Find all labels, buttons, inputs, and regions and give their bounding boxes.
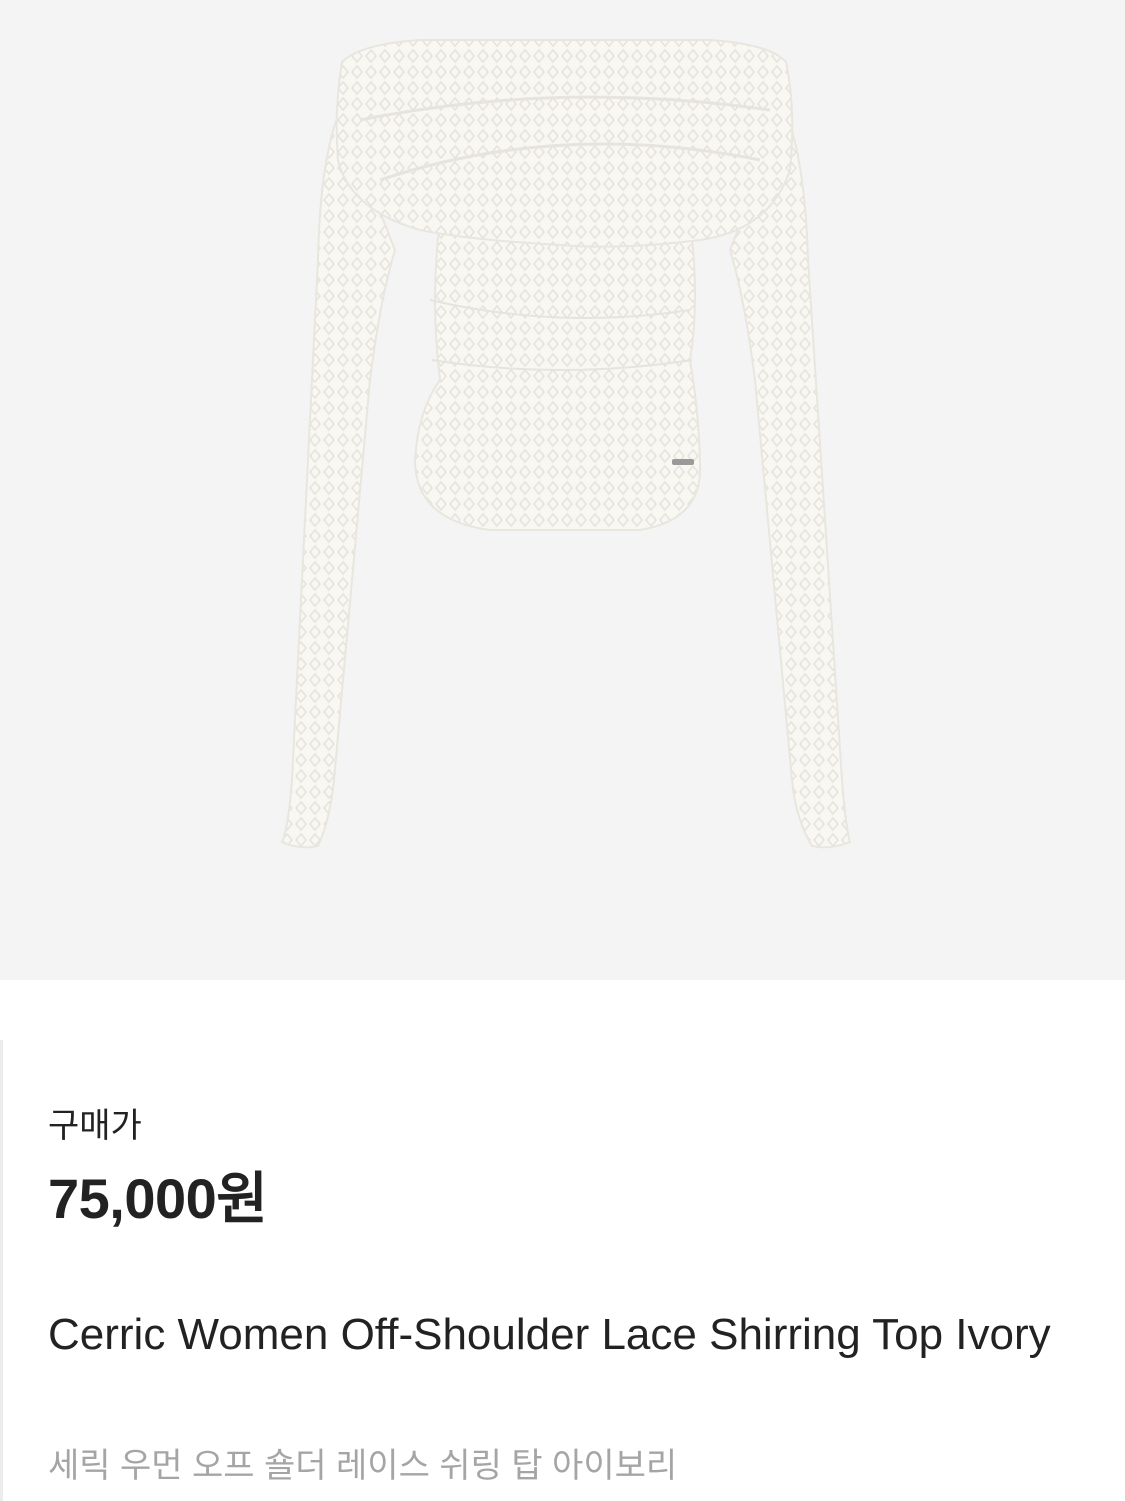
garment-illustration (280, 39, 852, 849)
product-name-english: Cerric Women Off-Shoulder Lace Shirring … (48, 1310, 1051, 1359)
product-name-korean: 세릭 우먼 오프 숄더 레이스 쉬링 탑 아이보리 (48, 1447, 678, 1485)
product-image[interactable] (0, 0, 1125, 980)
price-value: 75,000원 (48, 1167, 268, 1230)
garment-body (413, 219, 702, 531)
shoulder-wrap (335, 39, 794, 248)
metal-tag (672, 459, 694, 465)
price-label: 구매가 (48, 1107, 142, 1145)
product-detail-page: 구매가 75,000원 Cerric Women Off-Shoulder La… (0, 0, 1125, 1501)
product-info: 구매가 75,000원 Cerric Women Off-Shoulder La… (0, 980, 1125, 1501)
divider (0, 1040, 3, 1501)
left-sleeve (280, 107, 397, 849)
